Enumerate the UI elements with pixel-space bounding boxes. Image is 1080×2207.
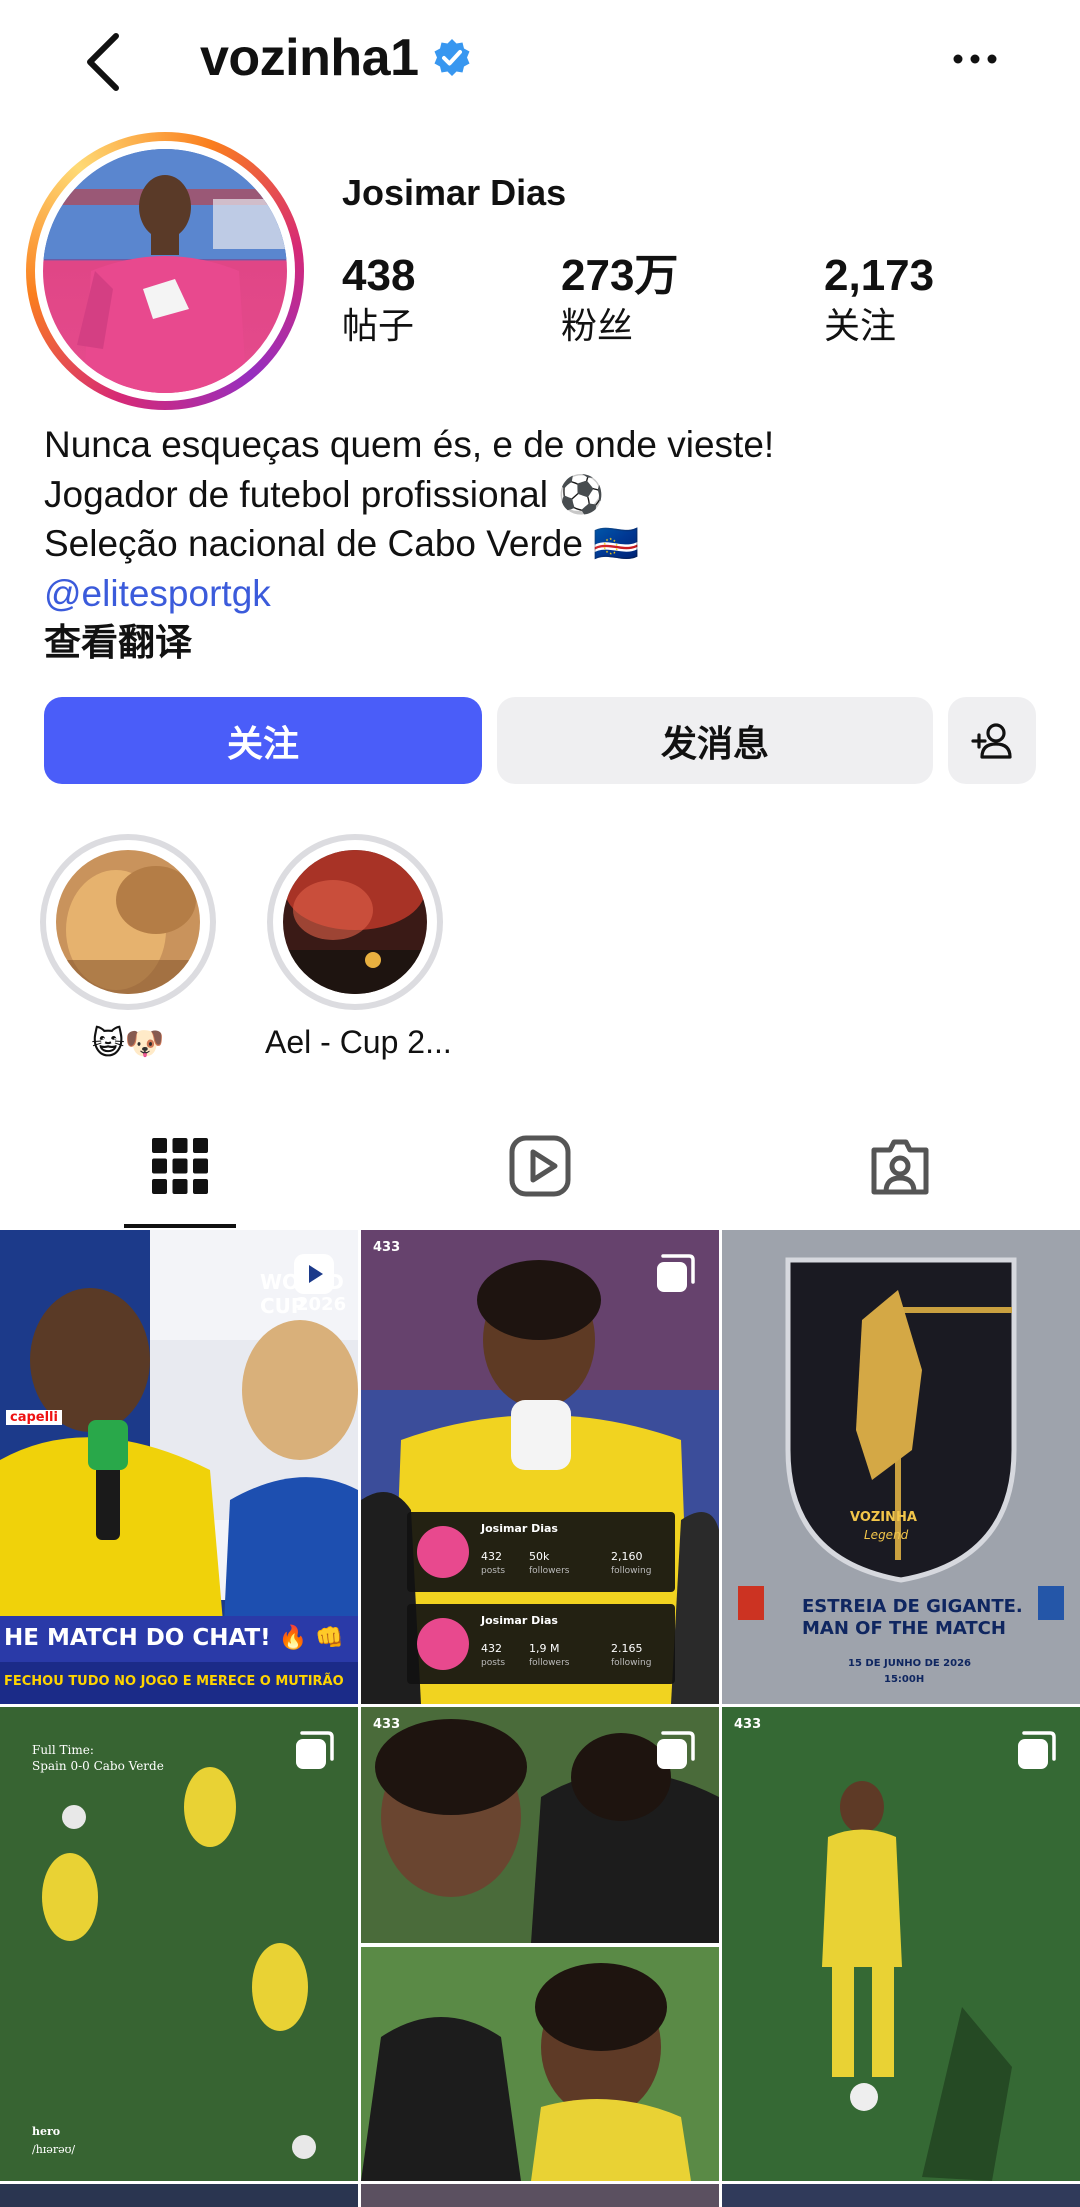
back-arrow-icon[interactable] — [78, 30, 130, 94]
bio-line: Seleção nacional de Cabo Verde 🇨🇻 — [44, 523, 640, 564]
caption-text: ESTREIA DE GIGANTE. — [802, 1596, 1023, 1617]
profile-bio: Nunca esqueças quem és, e de onde vieste… — [44, 420, 774, 668]
card-stat: 432 — [481, 1642, 502, 1655]
active-tab-indicator — [124, 1224, 236, 1228]
caption-text: 15 DE JUNHO DE 2026 — [848, 1658, 972, 1669]
card-stat: 50k — [529, 1550, 550, 1563]
carousel-icon — [657, 1254, 695, 1292]
caption-text: FECHOU TUDO NO JOGO E MERECE O MUTIRÃO — [4, 1674, 344, 1689]
card-label: following — [611, 1658, 652, 1668]
story-highlight[interactable]: 😺🐶 — [38, 834, 218, 1062]
post-thumbnail[interactable] — [722, 2184, 1080, 2207]
card-label: following — [611, 1566, 652, 1576]
card-label: followers — [529, 1658, 570, 1668]
post-thumbnail[interactable]: 433 — [722, 1707, 1080, 2181]
carousel-icon — [657, 1731, 695, 1769]
see-translation-link[interactable]: 查看翻译 — [44, 618, 774, 668]
username-text: vozinha1 — [200, 29, 419, 87]
story-highlight[interactable]: Ael - Cup 2... — [265, 834, 452, 1061]
highlight-label: 😺🐶 — [91, 1025, 165, 1061]
caption-text: hero — [32, 2125, 61, 2138]
post-image — [361, 1707, 719, 2181]
highlight-cover — [56, 850, 200, 994]
stat-label: 粉丝 — [561, 305, 634, 346]
caption-text: Full Time: — [32, 1743, 94, 1757]
caption-text: MAN OF THE MATCH — [802, 1618, 1006, 1639]
card-label: posts — [481, 1658, 506, 1668]
reel-icon — [294, 1254, 334, 1294]
profile-tabs — [0, 1110, 1080, 1228]
stat-posts[interactable]: 438 帖子 — [342, 250, 415, 350]
card-name: Josimar Dias — [481, 1614, 558, 1627]
brand-tag: 433 — [373, 1717, 401, 1732]
profile-display-name: Josimar Dias — [342, 172, 567, 213]
highlight-cover — [283, 850, 427, 994]
highlight-label: Ael - Cup 2... — [265, 1024, 452, 1060]
post-thumbnail[interactable]: WORLD CUP 2026 capelli HE MATCH DO CHAT!… — [0, 1230, 358, 1704]
add-person-icon — [971, 722, 1012, 759]
post-thumbnail[interactable]: VOZINHA Legend ESTREIA DE GIGANTE. MAN O… — [722, 1230, 1080, 1704]
story-ring[interactable] — [26, 132, 304, 410]
stat-following[interactable]: 2,173 关注 — [824, 250, 934, 350]
follow-button[interactable]: 关注 — [44, 697, 482, 784]
post-thumbnail[interactable] — [0, 2184, 358, 2207]
card-stat: 1,9 M — [529, 1642, 560, 1655]
suggested-users-button[interactable] — [948, 697, 1036, 784]
card-label: posts — [481, 1566, 506, 1576]
card-stat: 2,160 — [611, 1550, 643, 1563]
caption-text: VOZINHA — [850, 1510, 917, 1525]
more-options-icon[interactable] — [950, 44, 1000, 74]
card-name: Josimar Dias — [481, 1522, 558, 1535]
carousel-icon — [296, 1731, 334, 1769]
brand-tag: 433 — [373, 1240, 401, 1255]
card-label: followers — [529, 1566, 570, 1576]
post-thumbnail[interactable]: 433 — [361, 1707, 719, 2181]
top-bar: vozinha1 — [0, 0, 1080, 124]
caption-text: 2026 — [296, 1294, 347, 1315]
stat-label: 关注 — [824, 305, 897, 346]
stat-value: 273万 — [561, 251, 679, 300]
caption-text: Spain 0-0 Cabo Verde — [32, 1759, 164, 1773]
post-image — [722, 1707, 1080, 2181]
post-image — [0, 1707, 358, 2181]
bio-mention-link[interactable]: @elitesportgk — [44, 569, 774, 619]
tagged-tab-icon[interactable] — [868, 1134, 932, 1198]
verified-badge-icon — [434, 39, 469, 76]
card-stat: 2.165 — [611, 1642, 643, 1655]
reels-tab-icon[interactable] — [508, 1134, 572, 1198]
carousel-icon — [1018, 1731, 1056, 1769]
caption-text: HE MATCH DO CHAT! 🔥 👊 — [4, 1625, 344, 1651]
bio-line: Jogador de futebol profissional ⚽ — [44, 473, 605, 515]
profile-username: vozinha1 — [200, 28, 473, 88]
caption-text: Legend — [864, 1528, 909, 1542]
stat-followers[interactable]: 273万 粉丝 — [561, 250, 678, 350]
message-button[interactable]: 发消息 — [497, 697, 933, 784]
post-thumbnail[interactable]: Full Time: Spain 0-0 Cabo Verde hero /hɪ… — [0, 1707, 358, 2181]
post-thumbnail[interactable]: Josimar Dias 432 50k 2,160 posts followe… — [361, 1230, 719, 1704]
caption-text: 15:00H — [884, 1674, 925, 1685]
caption-text: capelli — [6, 1410, 62, 1425]
bio-line: Nunca esqueças quem és, e de onde vieste… — [44, 424, 775, 465]
stat-value: 2,173 — [824, 251, 935, 300]
caption-text: /hɪərəʊ/ — [32, 2143, 76, 2156]
brand-tag: 433 — [734, 1717, 762, 1732]
avatar-photo — [43, 149, 287, 393]
post-image — [361, 1230, 719, 1704]
post-thumbnail[interactable] — [361, 2184, 719, 2207]
stat-value: 438 — [342, 251, 416, 300]
card-stat: 432 — [481, 1550, 502, 1563]
grid-tab-icon[interactable] — [148, 1134, 212, 1198]
stat-label: 帖子 — [342, 305, 415, 346]
profile-avatar[interactable] — [43, 149, 287, 393]
